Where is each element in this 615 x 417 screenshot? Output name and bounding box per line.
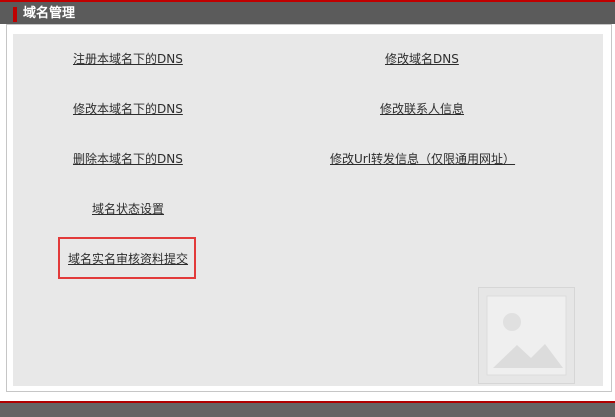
section-header-bar: 域名管理 (0, 0, 615, 24)
section-title: 域名管理 (23, 6, 76, 21)
register-dns-link[interactable]: 注册本域名下的DNS (73, 51, 183, 67)
modify-dns-link[interactable]: 修改本域名下的DNS (73, 101, 183, 117)
footer-bar (0, 401, 615, 417)
modify-domain-dns-link[interactable]: 修改域名DNS (385, 51, 459, 67)
delete-dns-link[interactable]: 删除本域名下的DNS (73, 151, 183, 167)
domain-status-link[interactable]: 域名状态设置 (92, 201, 164, 217)
realname-submit-link[interactable]: 域名实名审核资料提交 (68, 251, 188, 267)
modify-contact-link[interactable]: 修改联系人信息 (380, 101, 464, 117)
modify-url-forward-link[interactable]: 修改Url转发信息（仅限通用网址） (330, 151, 515, 167)
image-placeholder-icon (478, 287, 575, 384)
title-accent-mark (13, 7, 17, 22)
